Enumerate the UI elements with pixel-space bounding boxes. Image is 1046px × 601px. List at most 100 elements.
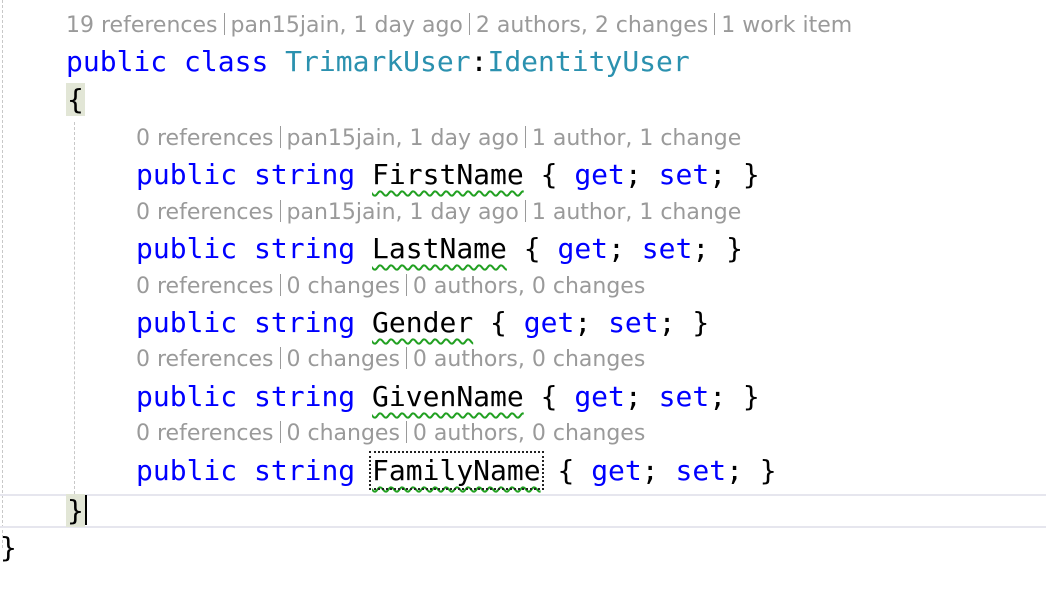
open-brace-token: { — [490, 306, 507, 339]
semicolon-token: ; — [726, 454, 743, 487]
keyword-set: set — [608, 306, 659, 339]
keyword-public: public — [136, 454, 238, 487]
semicolon-token: ; — [658, 306, 676, 339]
codelens-changes-link[interactable]: 0 authors, 0 changes — [413, 347, 645, 372]
codelens-changes-link[interactable]: 1 author, 1 change — [532, 200, 741, 225]
close-brace-token: } — [742, 158, 760, 191]
codelens-separator — [524, 126, 526, 148]
keyword-public: public — [136, 306, 238, 339]
codelens-separator — [279, 347, 281, 369]
codelens-familyname: 0 references 0 changes 0 authors, 0 change… — [136, 420, 645, 448]
keyword-class: class — [184, 45, 269, 78]
codelens-separator — [223, 13, 225, 35]
semicolon-token: ; — [574, 306, 592, 339]
keyword-string: string — [254, 232, 356, 265]
matched-open-brace: { — [66, 83, 85, 116]
codelens-changes-link[interactable]: 0 authors, 0 changes — [413, 274, 645, 299]
indent-guide-outer — [2, 0, 3, 548]
codelens-separator — [405, 421, 407, 443]
codelens-references-link[interactable]: 0 references — [136, 347, 274, 372]
codelens-gender: 0 references 0 changes 0 authors, 0 change… — [136, 273, 645, 301]
keyword-set: set — [658, 158, 710, 191]
keyword-public: public — [136, 158, 238, 191]
codelens-changes-link[interactable]: 2 authors, 2 changes — [476, 13, 708, 38]
code-editor[interactable]: 19 references pan15jain, 1 day ago 2 autho… — [0, 0, 1046, 601]
close-brace-token: } — [726, 232, 743, 265]
property-name-givenname[interactable]: GivenName — [372, 380, 524, 413]
codelens-separator — [279, 421, 281, 443]
property-line-firstname[interactable]: public string FirstName { get; set; } — [136, 157, 760, 193]
codelens-changes-link[interactable]: 0 authors, 0 changes — [413, 421, 645, 446]
semicolon-token: ; — [624, 380, 642, 413]
codelens-author-link[interactable]: 0 changes — [287, 421, 400, 446]
codelens-author-link[interactable]: pan15jain, 1 day ago — [231, 13, 463, 38]
codelens-author-link[interactable]: pan15jain, 1 day ago — [287, 200, 519, 225]
property-line-givenname[interactable]: public string GivenName { get; set; } — [136, 379, 760, 415]
matched-close-brace: } — [66, 494, 85, 527]
class-declaration-line[interactable]: public class TrimarkUser:IdentityUser — [66, 44, 690, 80]
semicolon-token: ; — [709, 158, 727, 191]
keyword-get: get — [574, 158, 625, 191]
codelens-separator — [279, 200, 281, 222]
semicolon-token: ; — [709, 380, 727, 413]
property-name-gender[interactable]: Gender — [372, 306, 473, 339]
codelens-references-link[interactable]: 0 references — [136, 274, 274, 299]
keyword-public: public — [136, 380, 238, 413]
class-name[interactable]: TrimarkUser — [285, 45, 470, 78]
property-name-firstname[interactable]: FirstName — [372, 158, 524, 191]
codelens-references-link[interactable]: 0 references — [136, 421, 274, 446]
keyword-string: string — [254, 158, 356, 191]
open-brace-token: { — [523, 232, 541, 265]
codelens-author-link[interactable]: 0 changes — [287, 347, 400, 372]
property-line-gender[interactable]: public string Gender { get; set; } — [136, 305, 709, 341]
codelens-author-link[interactable]: pan15jain, 1 day ago — [287, 126, 519, 151]
keyword-set: set — [658, 380, 710, 413]
codelens-separator — [405, 274, 407, 296]
codelens-author-link[interactable]: 0 changes — [287, 274, 400, 299]
open-brace-token: { — [540, 158, 558, 191]
open-brace-line[interactable]: { — [66, 82, 85, 118]
keyword-public: public — [66, 45, 168, 78]
codelens-separator — [524, 200, 526, 222]
codelens-separator — [279, 274, 281, 296]
keyword-set: set — [641, 232, 693, 265]
keyword-public: public — [136, 232, 238, 265]
property-name-familyname[interactable]: FamilyName — [369, 451, 544, 490]
codelens-references-link[interactable]: 0 references — [136, 200, 274, 225]
codelens-work-items-link[interactable]: 1 work item — [721, 13, 852, 38]
codelens-references-link[interactable]: 19 references — [66, 13, 218, 38]
namespace-close-brace: } — [0, 531, 17, 564]
namespace-close-brace-line[interactable]: } — [0, 530, 17, 566]
keyword-get: get — [591, 454, 642, 487]
property-name-lastname[interactable]: LastName — [372, 232, 507, 265]
semicolon-token: ; — [692, 232, 710, 265]
keyword-get: get — [523, 306, 575, 339]
codelens-class: 19 references pan15jain, 1 day ago 2 autho… — [66, 12, 852, 40]
text-caret — [84, 495, 87, 525]
semicolon-token: ; — [641, 454, 659, 487]
keyword-string: string — [254, 380, 356, 413]
semicolon-token: ; — [624, 158, 642, 191]
keyword-string: string — [254, 454, 356, 487]
codelens-separator — [468, 13, 470, 35]
semicolon-token: ; — [608, 232, 625, 265]
codelens-lastname: 0 references pan15jain, 1 day ago 1 author… — [136, 199, 741, 227]
keyword-get: get — [557, 232, 609, 265]
codelens-changes-link[interactable]: 1 author, 1 change — [532, 126, 741, 151]
keyword-string: string — [254, 306, 356, 339]
codelens-separator — [405, 347, 407, 369]
keyword-set: set — [675, 454, 727, 487]
codelens-firstname: 0 references pan15jain, 1 day ago 1 author… — [136, 125, 741, 153]
close-brace-token: } — [742, 380, 760, 413]
keyword-get: get — [574, 380, 625, 413]
base-class-name[interactable]: IdentityUser — [487, 45, 689, 78]
open-brace-token: { — [557, 454, 575, 487]
property-line-lastname[interactable]: public string LastName { get; set; } — [136, 231, 743, 267]
codelens-references-link[interactable]: 0 references — [136, 126, 274, 151]
indent-guide-inner — [74, 122, 75, 494]
current-line-highlight — [0, 494, 1046, 528]
class-close-brace-line[interactable]: } — [66, 493, 87, 529]
close-brace-token: } — [759, 454, 777, 487]
codelens-separator — [714, 13, 716, 35]
property-line-familyname[interactable]: public string FamilyName { get; set; } — [136, 451, 777, 490]
